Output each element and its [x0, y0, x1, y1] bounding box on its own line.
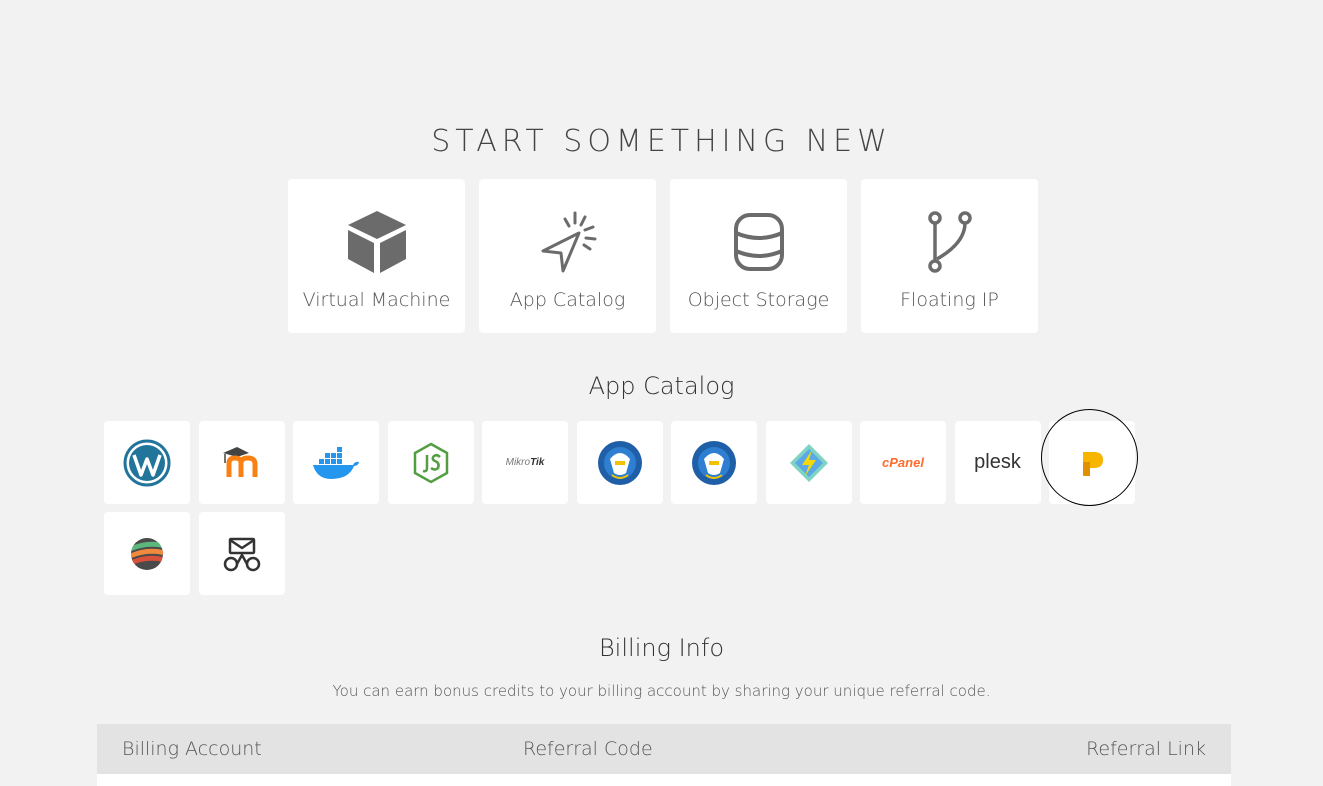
app-tile-mikrotik[interactable]: MikroTik: [482, 421, 568, 504]
lightning-diamond-icon: [789, 443, 828, 482]
column-referral-link: Referral Link: [1086, 738, 1206, 760]
moodle-icon: [222, 446, 257, 477]
app-tile-mail-bike[interactable]: [198, 512, 285, 595]
app-catalog-card[interactable]: App Catalog: [479, 179, 656, 333]
app-catalog-label: App Catalog: [509, 289, 626, 311]
plausible-icon: [1083, 451, 1103, 476]
kemdikbud-logo: [692, 440, 736, 485]
striped-sphere-icon: [131, 537, 163, 570]
floating-ip-card[interactable]: Floating IP: [861, 179, 1038, 333]
column-referral-code: Referral Code: [523, 738, 653, 760]
object-storage-card[interactable]: Object Storage: [670, 179, 847, 333]
floating-ip-label: Floating IP: [900, 289, 999, 311]
object-storage-label: Object Storage: [687, 289, 830, 311]
app-tile-striped-sphere[interactable]: [104, 512, 190, 595]
app-tile-plesk[interactable]: plesk: [954, 421, 1041, 504]
billing-heading: Billing Info: [598, 634, 725, 662]
docker-icon: [313, 446, 359, 479]
virtual-machine-card[interactable]: Virtual Machine: [288, 179, 465, 333]
database-icon: [726, 209, 792, 275]
branch-icon: [917, 209, 983, 275]
cpanel-logo: cPanel: [882, 455, 924, 470]
app-tile-lightning[interactable]: [765, 421, 852, 504]
app-tile-kemdikbud-2[interactable]: [671, 421, 757, 504]
app-tile-moodle[interactable]: [198, 421, 285, 504]
mikrotik-logo: MikroTik: [505, 457, 545, 468]
table-row: [97, 774, 1231, 786]
app-catalog-grid: MikroTik cPanel plesk: [104, 421, 1229, 595]
virtual-machine-label: Virtual Machine: [302, 289, 451, 311]
cube-icon: [344, 209, 410, 275]
app-tile-plausible[interactable]: [1049, 421, 1135, 504]
kemdikbud-logo: [597, 440, 642, 485]
mail-bike-icon: [223, 537, 260, 571]
nodejs-icon: [413, 442, 448, 483]
start-cards: Virtual Machine App Catalog Object Stora…: [288, 179, 1038, 333]
page-title: START SOMETHING NEW: [431, 124, 892, 159]
cursor-click-icon: [535, 209, 601, 275]
billing-description: You can earn bonus credits to your billi…: [332, 682, 991, 700]
wordpress-icon: [123, 439, 171, 486]
app-catalog-heading: App Catalog: [588, 372, 735, 400]
billing-table-header: Billing Account Referral Code Referral L…: [97, 724, 1231, 774]
plesk-logo: plesk: [974, 451, 1021, 473]
app-tile-docker[interactable]: [293, 421, 379, 504]
app-tile-nodejs[interactable]: [387, 421, 474, 504]
app-tile-cpanel[interactable]: cPanel: [860, 421, 946, 504]
app-tile-wordpress[interactable]: [104, 421, 190, 504]
app-tile-kemdikbud-1[interactable]: [576, 421, 663, 504]
